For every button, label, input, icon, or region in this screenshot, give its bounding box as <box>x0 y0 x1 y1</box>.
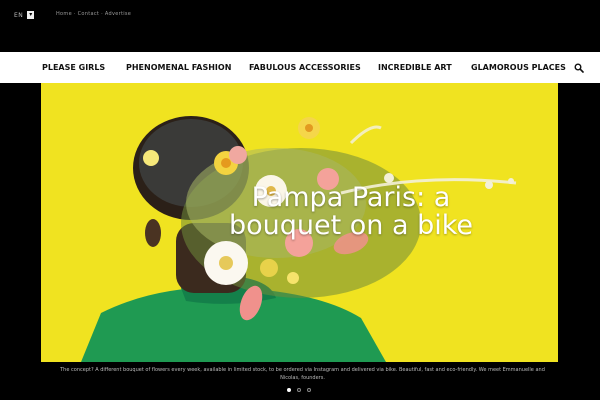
top-bar: EN ▾ Home · Contact · Advertise <box>0 0 600 52</box>
slider-dot-2[interactable] <box>297 388 301 392</box>
nav-item-incredible-art[interactable]: INCREDIBLE ART <box>378 52 452 83</box>
slider-dot-3[interactable] <box>307 388 311 392</box>
chevron-down-icon[interactable]: ▾ <box>27 11 35 19</box>
slider-dot-1[interactable] <box>287 388 291 392</box>
language-switcher[interactable]: EN ▾ <box>14 11 35 19</box>
hero-slide[interactable]: Pampa Paris: a bouquet on a bike <box>41 83 558 362</box>
slider-dots <box>287 388 311 392</box>
nav-item-please-girls[interactable]: PLEASE GIRLS <box>42 52 105 83</box>
hero-title[interactable]: Pampa Paris: a bouquet on a bike <box>201 184 501 240</box>
nav-item-glamorous-places[interactable]: GLAMOROUS PLACES <box>471 52 566 83</box>
hero-caption: The concept? A different bouquet of flow… <box>60 367 545 381</box>
nav-item-phenomenal-fashion[interactable]: PHENOMENAL FASHION <box>126 52 231 83</box>
language-label[interactable]: EN <box>14 12 23 19</box>
top-links[interactable]: Home · Contact · Advertise <box>56 11 131 17</box>
nav-item-fabulous-accessories[interactable]: FABULOUS ACCESSORIES <box>249 52 361 83</box>
search-icon[interactable] <box>574 63 584 73</box>
main-navigation: PLEASE GIRLS PHENOMENAL FASHION FABULOUS… <box>0 52 600 83</box>
